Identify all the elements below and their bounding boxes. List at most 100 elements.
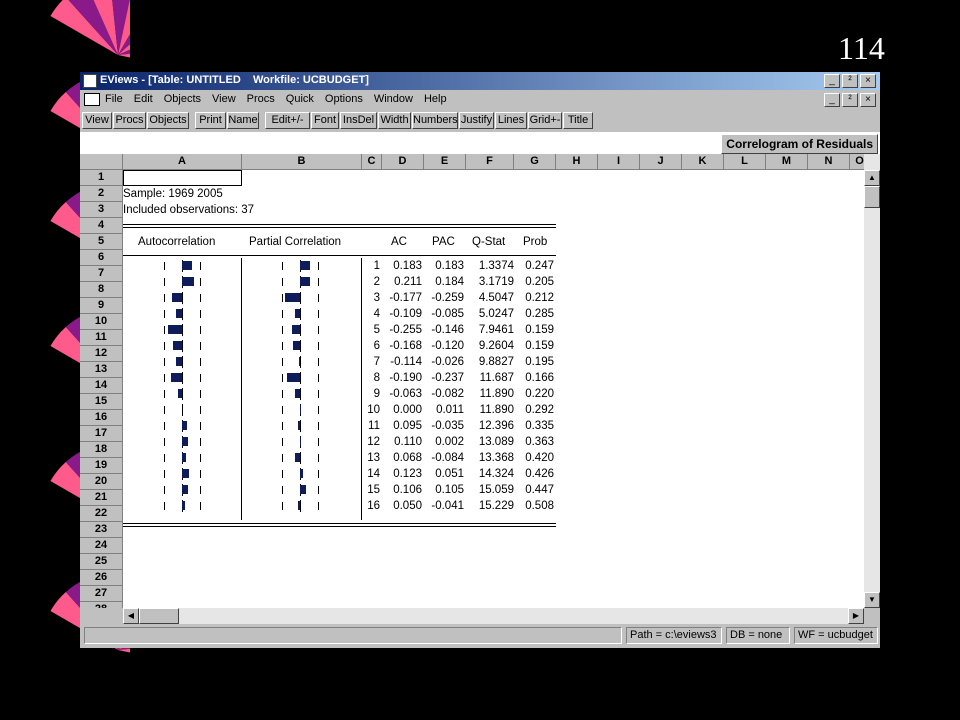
menu-procs[interactable]: Procs xyxy=(247,93,275,105)
spreadsheet-grid[interactable]: Sample: 1969 2005 Included observations:… xyxy=(80,154,864,608)
column-header-l[interactable]: L xyxy=(724,154,766,170)
menu-file[interactable]: File xyxy=(105,93,123,105)
row-header-17[interactable]: 17 xyxy=(80,426,123,442)
pac-value: -0.026 xyxy=(431,356,464,368)
confidence-bound-mark xyxy=(318,326,319,334)
row-header-7[interactable]: 7 xyxy=(80,266,123,282)
scroll-right-button[interactable]: ▶ xyxy=(848,608,864,624)
row-header-11[interactable]: 11 xyxy=(80,330,123,346)
vertical-scrollbar[interactable]: ▲ ▼ xyxy=(864,154,880,608)
row-header-24[interactable]: 24 xyxy=(80,538,123,554)
toolbar-numbers-button[interactable]: Numbers xyxy=(412,112,458,129)
toolbar-print-button[interactable]: Print xyxy=(195,112,226,129)
toolbar-width-button[interactable]: Width xyxy=(378,112,411,129)
confidence-bound-mark xyxy=(200,326,201,334)
toolbar-procs-button[interactable]: Procs xyxy=(113,112,146,129)
row-header-27[interactable]: 27 xyxy=(80,586,123,602)
row-header-22[interactable]: 22 xyxy=(80,506,123,522)
row-header-18[interactable]: 18 xyxy=(80,442,123,458)
pac-bar xyxy=(300,485,306,494)
horizontal-scroll-thumb[interactable] xyxy=(139,608,179,624)
minimize-button[interactable]: _ xyxy=(824,74,840,88)
column-header-e[interactable]: E xyxy=(424,154,466,170)
confidence-bound-mark xyxy=(164,310,165,318)
menu-quick[interactable]: Quick xyxy=(286,93,314,105)
row-header-19[interactable]: 19 xyxy=(80,458,123,474)
row-header-14[interactable]: 14 xyxy=(80,378,123,394)
row-header-26[interactable]: 26 xyxy=(80,570,123,586)
toolbar-edit-button[interactable]: Edit+/- xyxy=(265,112,310,129)
row-header-5[interactable]: 5 xyxy=(80,234,123,250)
column-header-m[interactable]: M xyxy=(766,154,808,170)
horizontal-scrollbar[interactable]: ◀ ▶ xyxy=(123,608,864,624)
close-button[interactable]: × xyxy=(860,74,876,88)
row-header-12[interactable]: 12 xyxy=(80,346,123,362)
selected-cell-a1[interactable] xyxy=(123,170,242,186)
status-bar: Path = c:\eviews3 DB = none WF = ucbudge… xyxy=(80,624,880,646)
menu-help[interactable]: Help xyxy=(424,93,447,105)
lag-number: 4 xyxy=(373,308,380,320)
column-header-a[interactable]: A xyxy=(123,154,242,170)
ac-value: 0.000 xyxy=(393,404,422,416)
toolbar-objects-button[interactable]: Objects xyxy=(147,112,189,129)
lag-number: 9 xyxy=(373,388,380,400)
row-header-16[interactable]: 16 xyxy=(80,410,123,426)
prob-value: 0.508 xyxy=(525,500,554,512)
row-header-20[interactable]: 20 xyxy=(80,474,123,490)
prob-value: 0.212 xyxy=(525,292,554,304)
column-header-d[interactable]: D xyxy=(382,154,424,170)
confidence-bound-mark xyxy=(318,390,319,398)
document-icon[interactable] xyxy=(84,93,100,106)
restore-button[interactable]: ² xyxy=(842,74,858,88)
row-header-2[interactable]: 2 xyxy=(80,186,123,202)
row-header-9[interactable]: 9 xyxy=(80,298,123,314)
column-header-f[interactable]: F xyxy=(466,154,514,170)
title-bar[interactable]: EViews - [Table: UNTITLED Workfile: UCBU… xyxy=(80,72,880,90)
column-header-c[interactable]: C xyxy=(362,154,382,170)
row-header-23[interactable]: 23 xyxy=(80,522,123,538)
column-header-g[interactable]: G xyxy=(514,154,556,170)
row-header-21[interactable]: 21 xyxy=(80,490,123,506)
ac-bar xyxy=(171,373,182,382)
vertical-scroll-thumb[interactable] xyxy=(864,186,880,208)
scroll-down-button[interactable]: ▼ xyxy=(864,592,880,608)
grid-corner[interactable] xyxy=(80,154,123,170)
row-header-3[interactable]: 3 xyxy=(80,202,123,218)
child-minimize-button[interactable]: _ xyxy=(824,93,840,107)
row-header-28[interactable]: 28 xyxy=(80,602,123,608)
row-header-8[interactable]: 8 xyxy=(80,282,123,298)
column-header-b[interactable]: B xyxy=(242,154,362,170)
toolbar-justify-button[interactable]: Justify xyxy=(459,112,494,129)
toolbar-insdel-button[interactable]: InsDel xyxy=(340,112,377,129)
column-header-o[interactable]: O xyxy=(850,154,864,170)
zero-line xyxy=(182,292,183,304)
scroll-left-button[interactable]: ◀ xyxy=(123,608,139,624)
menu-objects[interactable]: Objects xyxy=(164,93,201,105)
row-header-13[interactable]: 13 xyxy=(80,362,123,378)
row-header-10[interactable]: 10 xyxy=(80,314,123,330)
menu-window[interactable]: Window xyxy=(374,93,413,105)
toolbar-title-button[interactable]: Title xyxy=(563,112,593,129)
column-header-h[interactable]: H xyxy=(556,154,598,170)
row-header-15[interactable]: 15 xyxy=(80,394,123,410)
row-header-1[interactable]: 1 xyxy=(80,170,123,186)
column-header-k[interactable]: K xyxy=(682,154,724,170)
scroll-up-button[interactable]: ▲ xyxy=(864,170,880,186)
column-header-i[interactable]: I xyxy=(598,154,640,170)
table-title: Correlogram of Residuals xyxy=(721,134,878,154)
row-header-4[interactable]: 4 xyxy=(80,218,123,234)
row-header-25[interactable]: 25 xyxy=(80,554,123,570)
menu-options[interactable]: Options xyxy=(325,93,363,105)
menu-view[interactable]: View xyxy=(212,93,236,105)
column-header-n[interactable]: N xyxy=(808,154,850,170)
child-close-button[interactable]: × xyxy=(860,93,876,107)
menu-edit[interactable]: Edit xyxy=(134,93,153,105)
row-header-6[interactable]: 6 xyxy=(80,250,123,266)
toolbar-lines-button[interactable]: Lines xyxy=(495,112,527,129)
toolbar-name-button[interactable]: Name xyxy=(227,112,259,129)
toolbar-view-button[interactable]: View xyxy=(82,112,112,129)
toolbar-grid-button[interactable]: Grid+- xyxy=(528,112,562,129)
column-header-j[interactable]: J xyxy=(640,154,682,170)
child-restore-button[interactable]: ² xyxy=(842,93,858,107)
toolbar-font-button[interactable]: Font xyxy=(311,112,339,129)
